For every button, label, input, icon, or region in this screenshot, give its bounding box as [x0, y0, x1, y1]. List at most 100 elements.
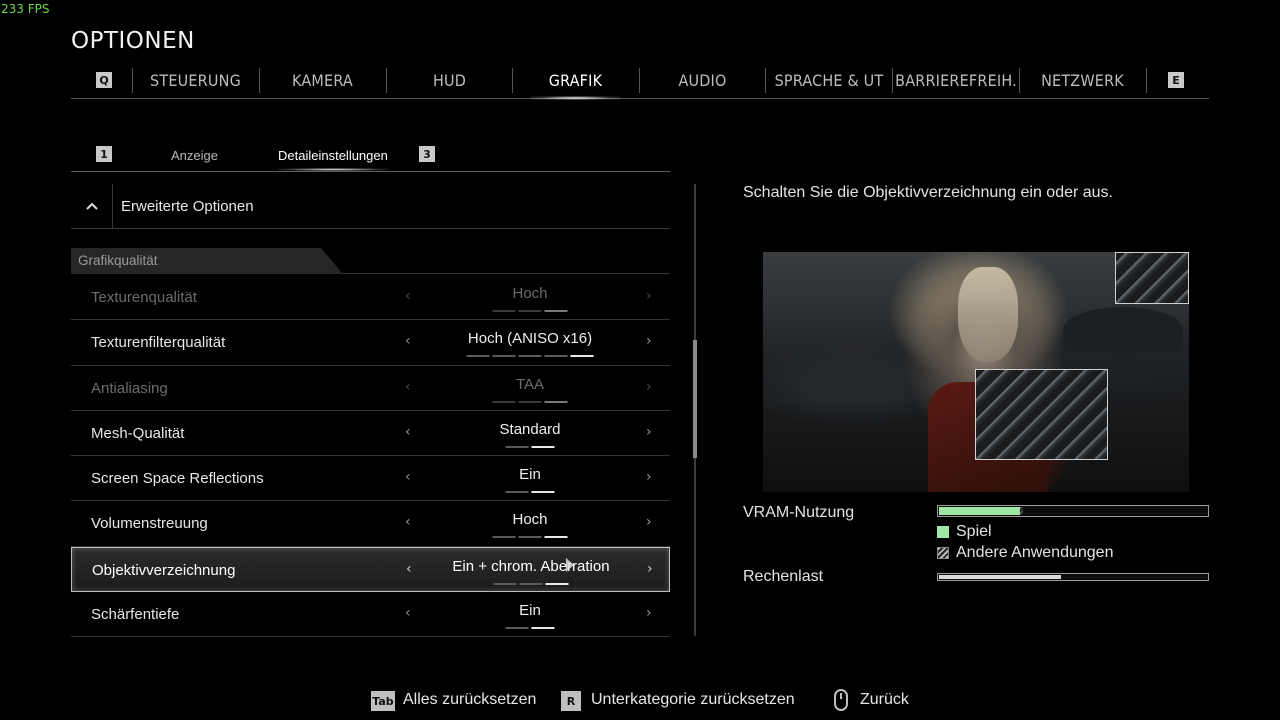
- setting-value: Hoch: [512, 511, 548, 529]
- chevron-right-icon[interactable]: ›: [646, 333, 652, 349]
- level-segment: [544, 310, 568, 312]
- footer-hints: Tab Alles zurücksetzen R Unterkategorie …: [0, 688, 1280, 714]
- key-hint-r[interactable]: R: [561, 691, 581, 711]
- tab-barrierefreiheit[interactable]: BARRIEREFREIH.: [893, 62, 1019, 98]
- setting-name: Volumenstreuung: [91, 515, 208, 533]
- top-tab-bar: Q STEUERUNG KAMERA HUD GRAFIK AUDIO SPRA…: [71, 62, 1209, 100]
- setting-value: Ein: [519, 466, 541, 484]
- chevron-right-icon[interactable]: ›: [646, 379, 652, 395]
- key-hint-prev-subtab[interactable]: 1: [96, 146, 112, 162]
- chevron-left-icon[interactable]: ‹: [405, 424, 411, 440]
- level-segment: [492, 310, 516, 312]
- level-segment: [466, 355, 490, 358]
- legend-other: Andere Anwendungen: [937, 544, 1113, 562]
- setting-row[interactable]: Mesh-Qualität ‹ Standard ›: [71, 411, 670, 457]
- key-hint-tab[interactable]: Tab: [371, 691, 395, 711]
- setting-row[interactable]: Texturenfilterqualität ‹ Hoch (ANISO x16…: [71, 320, 670, 366]
- tab-sprache[interactable]: SPRACHE & UT: [766, 62, 892, 98]
- vram-usage-bar: [937, 505, 1209, 517]
- level-segment: [518, 536, 542, 539]
- setting-name: Objektivverzeichnung: [92, 561, 236, 579]
- tab-steuerung[interactable]: STEUERUNG: [133, 62, 258, 98]
- tab-netzwerk[interactable]: NETZWERK: [1020, 62, 1145, 98]
- chevron-left-icon[interactable]: ‹: [405, 514, 411, 530]
- level-segment: [505, 445, 529, 448]
- reset-all-button[interactable]: Alles zurücksetzen: [403, 691, 536, 709]
- level-segment: [505, 627, 529, 630]
- setting-name: Schärfentiefe: [91, 606, 180, 624]
- level-segment: [531, 445, 555, 448]
- load-bar: [937, 573, 1209, 581]
- chevron-left-icon[interactable]: ‹: [405, 288, 411, 304]
- chevron-left-icon[interactable]: ‹: [405, 333, 411, 349]
- subtab-anzeige[interactable]: Anzeige: [171, 140, 218, 170]
- level-segment: [544, 536, 568, 539]
- chevron-left-icon[interactable]: ‹: [405, 469, 411, 485]
- level-segment: [518, 400, 542, 403]
- back-button[interactable]: Zurück: [860, 691, 909, 709]
- level-segment: [544, 355, 568, 358]
- setting-level-indicator: [493, 582, 569, 585]
- legend-other-swatch: [937, 547, 949, 559]
- legend-game-swatch: [937, 526, 949, 538]
- sub-tab-bar: 1 Anzeige Detaileinstellungen 3: [71, 140, 670, 172]
- section-header-grafikqualitaet: Grafikqualität: [71, 248, 670, 274]
- setting-level-indicator: [505, 627, 555, 630]
- level-segment: [531, 491, 555, 494]
- chevron-right-icon[interactable]: ›: [646, 424, 652, 440]
- tab-kamera[interactable]: KAMERA: [260, 62, 385, 98]
- level-segment: [544, 400, 568, 403]
- setting-row: Antialiasing ‹ TAA ›: [71, 366, 670, 411]
- setting-level-indicator: [505, 491, 555, 494]
- reset-subcategory-button[interactable]: Unterkategorie zurücksetzen: [591, 691, 795, 709]
- chevron-right-icon[interactable]: ›: [646, 288, 652, 304]
- load-fill: [939, 575, 1061, 579]
- chevron-up-icon: [71, 183, 113, 229]
- level-segment: [570, 355, 594, 358]
- setting-value: Ein + chrom. Aberration: [452, 557, 610, 575]
- setting-description: Schalten Sie die Objektivverzeichnung ei…: [743, 184, 1113, 201]
- page-title: OPTIONEN: [71, 28, 195, 54]
- tab-audio[interactable]: AUDIO: [640, 62, 765, 98]
- advanced-options-label: Erweiterte Optionen: [121, 197, 254, 215]
- load-label: Rechenlast: [743, 568, 824, 585]
- vram-other-fill: [1020, 507, 1023, 515]
- chevron-right-icon[interactable]: ›: [646, 605, 652, 621]
- level-segment: [545, 582, 569, 585]
- subtab-detaileinstellungen[interactable]: Detaileinstellungen: [278, 140, 388, 171]
- setting-name: Screen Space Reflections: [91, 470, 264, 488]
- chevron-left-icon[interactable]: ‹: [405, 379, 411, 395]
- zoom-inset-large: [975, 369, 1108, 460]
- setting-row[interactable]: Screen Space Reflections ‹ Ein ›: [71, 456, 670, 502]
- chevron-left-icon[interactable]: ‹: [405, 605, 411, 621]
- level-segment: [492, 536, 516, 539]
- setting-row[interactable]: Objektivverzeichnung ‹ Ein + chrom. Aber…: [71, 546, 670, 593]
- vram-label: VRAM-Nutzung: [743, 504, 855, 521]
- advanced-options-expander[interactable]: Erweiterte Optionen: [71, 183, 670, 229]
- level-segment: [519, 582, 543, 585]
- key-hint-prev-tab[interactable]: Q: [96, 72, 112, 88]
- tab-grafik[interactable]: GRAFIK: [513, 62, 638, 100]
- legend-game-label: Spiel: [956, 523, 992, 540]
- chevron-right-icon[interactable]: ›: [647, 561, 653, 577]
- setting-level-indicator: [492, 310, 568, 312]
- level-segment: [518, 310, 542, 312]
- level-segment: [492, 400, 516, 403]
- level-segment: [531, 627, 555, 630]
- chevron-right-icon[interactable]: ›: [646, 514, 652, 530]
- chevron-right-icon[interactable]: ›: [646, 469, 652, 485]
- setting-row[interactable]: Volumenstreuung ‹ Hoch ›: [71, 501, 670, 547]
- zoom-inset-small: [1115, 252, 1189, 304]
- key-hint-next-tab[interactable]: E: [1168, 72, 1184, 88]
- scrollbar-thumb[interactable]: [693, 340, 697, 458]
- setting-row[interactable]: Schärfentiefe ‹ Ein ›: [71, 592, 670, 638]
- setting-level-indicator: [492, 536, 568, 539]
- chevron-left-icon[interactable]: ‹: [406, 561, 412, 577]
- setting-name: Antialiasing: [91, 379, 168, 397]
- key-hint-next-subtab[interactable]: 3: [419, 146, 435, 162]
- level-segment: [505, 491, 529, 494]
- tab-hud[interactable]: HUD: [387, 62, 512, 98]
- level-segment: [518, 355, 542, 358]
- setting-value: Hoch (ANISO x16): [467, 330, 593, 348]
- level-segment: [493, 582, 517, 585]
